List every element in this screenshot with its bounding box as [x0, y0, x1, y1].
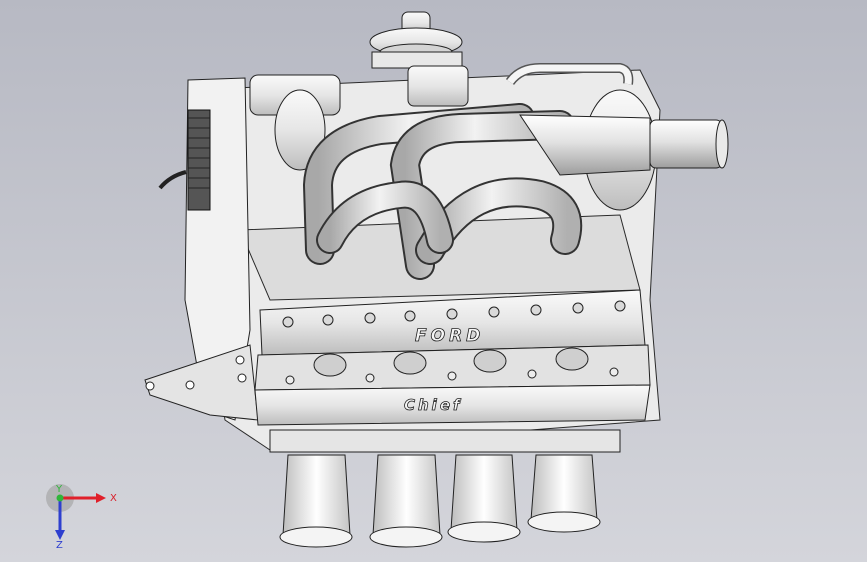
y-axis-label: Y	[55, 484, 63, 495]
cam-cover-logo: FORD	[415, 326, 484, 346]
coordinate-triad: X Y Z	[46, 484, 117, 548]
cad-viewport[interactable]: FORD Chief X Y Z	[0, 0, 867, 562]
crank-pulley	[369, 11, 463, 69]
x-axis-label: X	[110, 493, 117, 504]
x-axis-arrowhead	[96, 493, 106, 503]
intake-trumpets	[269, 429, 621, 548]
sump-logo: Chief	[404, 396, 463, 414]
z-axis-arrowhead	[55, 530, 65, 540]
z-axis-label: Z	[56, 540, 63, 548]
engine-3d-model[interactable]: FORD Chief	[0, 0, 867, 562]
y-axis-marker	[56, 494, 64, 502]
cam-cover: FORD Chief	[254, 289, 651, 426]
